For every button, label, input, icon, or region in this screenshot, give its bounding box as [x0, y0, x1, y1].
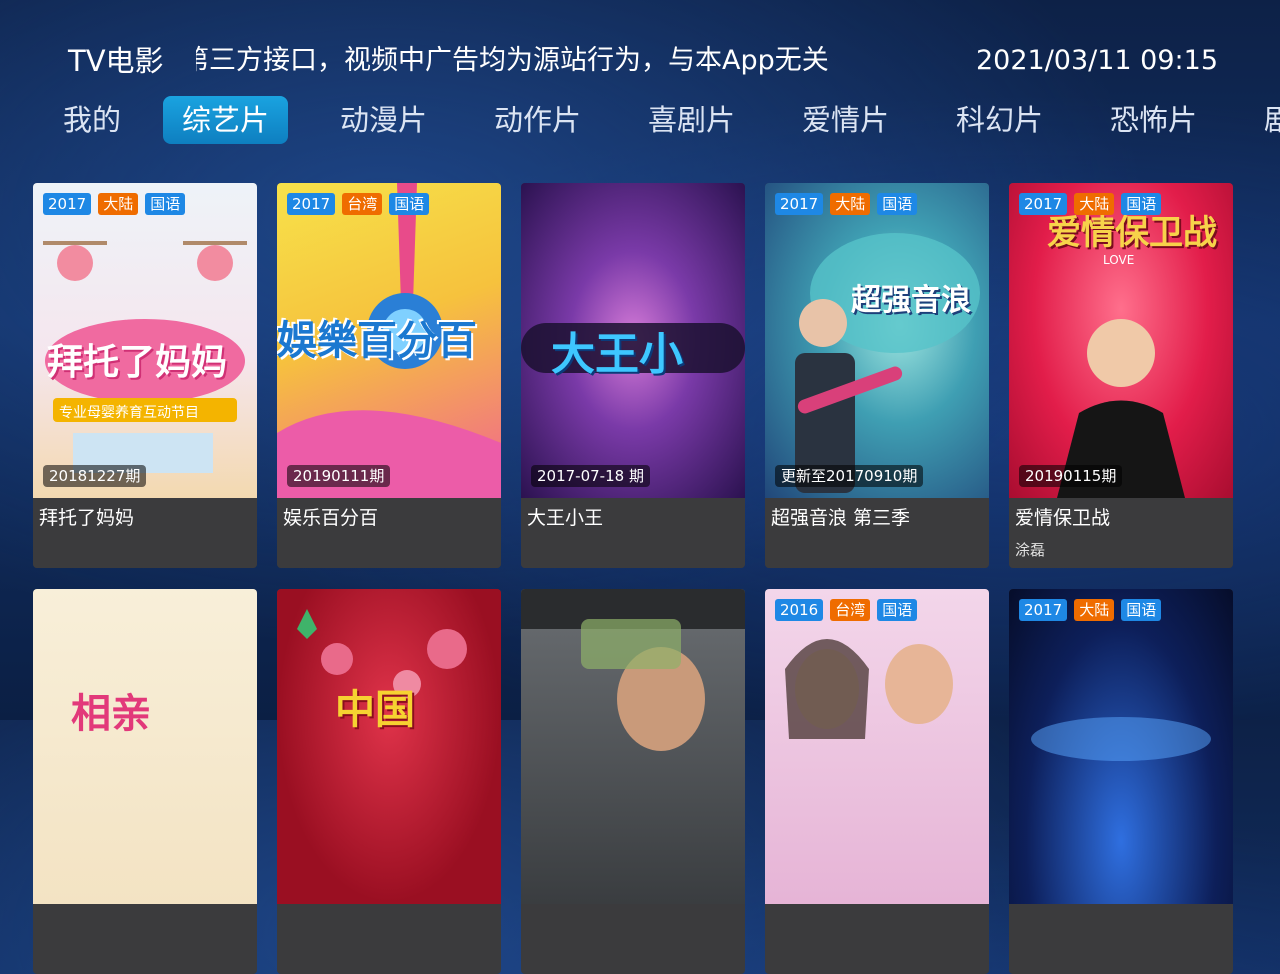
poster-image: 中国: [277, 589, 501, 904]
poster-art: [785, 639, 953, 739]
poster-image: 拜托了妈妈 专业母婴养育互动节目: [33, 183, 257, 498]
poster-logo-text: 中国: [335, 687, 415, 733]
video-card[interactable]: 娛樂百分百 2017 台湾 国语 20190111期 娱乐百分百: [277, 183, 501, 568]
tab-action[interactable]: 动作片: [475, 96, 600, 144]
video-title: 拜托了妈妈: [39, 507, 135, 529]
tag-badges: 2017 大陆 国语: [775, 193, 918, 215]
video-card[interactable]: 相亲: [33, 589, 257, 974]
episode-label: 更新至20170910期: [775, 465, 924, 487]
video-card[interactable]: [521, 589, 745, 974]
region-badge: 大陆: [98, 193, 139, 215]
poster-logo-text: 娛樂百分百: [277, 318, 477, 364]
tag-badges: 2017 大陆 国语: [1019, 599, 1162, 621]
video-card[interactable]: 超强音浪 2017 大陆 国语 更新至20170910期 超强音浪 第三季: [765, 183, 989, 568]
year-badge: 2017: [287, 193, 336, 215]
region-badge: 大陆: [830, 193, 871, 215]
tab-mine[interactable]: 我的: [44, 96, 140, 144]
video-title: 娱乐百分百: [283, 507, 379, 529]
video-title: 大王小王: [527, 507, 604, 529]
year-badge: 2017: [775, 193, 824, 215]
language-badge: 国语: [877, 193, 918, 215]
region-badge: 台湾: [342, 193, 383, 215]
tag-badges: 2017 大陆 国语: [1019, 193, 1162, 215]
tab-variety[interactable]: 综艺片: [163, 96, 289, 144]
notice-marquee: 第三方接口，视频中广告均为源站行为，与本App无关: [196, 40, 896, 82]
video-host: 涂磊: [1015, 541, 1046, 559]
region-badge: 台湾: [830, 599, 871, 621]
card-info: 拜托了妈妈: [33, 498, 257, 568]
language-badge: 国语: [1121, 599, 1162, 621]
video-card[interactable]: 2016 台湾 国语: [765, 589, 989, 974]
poster-logo-text: 相亲: [71, 691, 151, 737]
poster-image: [1009, 589, 1233, 904]
region-badge: 大陆: [1074, 599, 1115, 621]
video-card[interactable]: 大王小 2017-07-18 期 大王小王: [521, 183, 745, 568]
category-tabs: 我的 综艺片 动漫片 动作片 喜剧片 爱情片 科幻片 恐怖片 剧: [0, 96, 1280, 146]
poster-image: 娛樂百分百: [277, 183, 501, 498]
episode-label: 20190111期: [287, 465, 391, 487]
episode-label: 20181227期: [43, 465, 147, 487]
language-badge: 国语: [1121, 193, 1162, 215]
poster-art: [795, 233, 980, 493]
card-info: 大王小王: [521, 498, 745, 568]
year-badge: 2016: [775, 599, 824, 621]
language-badge: 国语: [145, 193, 186, 215]
language-badge: 国语: [389, 193, 430, 215]
tab-drama[interactable]: 剧: [1245, 96, 1280, 144]
poster-image: 爱情保卫战 LOVE: [1009, 183, 1233, 498]
card-info: 娱乐百分百: [277, 498, 501, 568]
poster-image: 相亲: [33, 589, 257, 904]
poster-image: [521, 589, 745, 904]
year-badge: 2017: [1019, 193, 1068, 215]
poster-logo-text: 超强音浪: [851, 283, 971, 318]
tab-comedy[interactable]: 喜剧片: [629, 96, 754, 144]
tab-horror[interactable]: 恐怖片: [1091, 96, 1216, 144]
year-badge: 2017: [43, 193, 92, 215]
notice-text: 第三方接口，视频中广告均为源站行为，与本App无关: [196, 45, 829, 76]
video-card[interactable]: 中国: [277, 589, 501, 974]
video-card[interactable]: 2017 大陆 国语: [1009, 589, 1233, 974]
year-badge: 2017: [1019, 599, 1068, 621]
card-info: 超强音浪 第三季: [765, 498, 989, 568]
datetime: 2021/03/11 09:15: [975, 45, 1218, 76]
episode-label: 2017-07-18 期: [531, 465, 650, 487]
poster-art: [521, 589, 745, 751]
video-title: 爱情保卫战: [1015, 507, 1111, 529]
poster-logo-text: 大王小: [551, 329, 683, 380]
episode-label: 20190115期: [1019, 465, 1123, 487]
poster-image: 大王小: [521, 183, 745, 498]
poster-art: [297, 609, 467, 698]
tab-romance[interactable]: 爱情片: [783, 96, 908, 144]
video-card[interactable]: 拜托了妈妈 专业母婴养育互动节目 2017 大陆 国语 20181227期 拜托…: [33, 183, 257, 568]
poster-image: 超强音浪: [765, 183, 989, 498]
poster-logo-text: 拜托了妈妈: [47, 342, 228, 383]
region-badge: 大陆: [1074, 193, 1115, 215]
tab-scifi[interactable]: 科幻片: [937, 96, 1062, 144]
tag-badges: 2017 大陆 国语: [43, 193, 186, 215]
card-info: 爱情保卫战 涂磊: [1009, 498, 1233, 568]
poster-caption: 专业母婴养育互动节目: [59, 405, 199, 421]
video-card[interactable]: 爱情保卫战 LOVE 2017 大陆 国语 20190115期 爱情保卫战 涂磊: [1009, 183, 1233, 568]
app-title: TV电影: [68, 44, 164, 78]
tab-anime[interactable]: 动漫片: [321, 96, 446, 144]
tag-badges: 2016 台湾 国语: [775, 599, 918, 621]
poster-small-text: LOVE: [1103, 253, 1135, 267]
poster-art: [1031, 717, 1211, 761]
tag-badges: 2017 台湾 国语: [287, 193, 430, 215]
language-badge: 国语: [877, 599, 918, 621]
poster-image: [765, 589, 989, 904]
video-title: 超强音浪 第三季: [771, 507, 911, 529]
